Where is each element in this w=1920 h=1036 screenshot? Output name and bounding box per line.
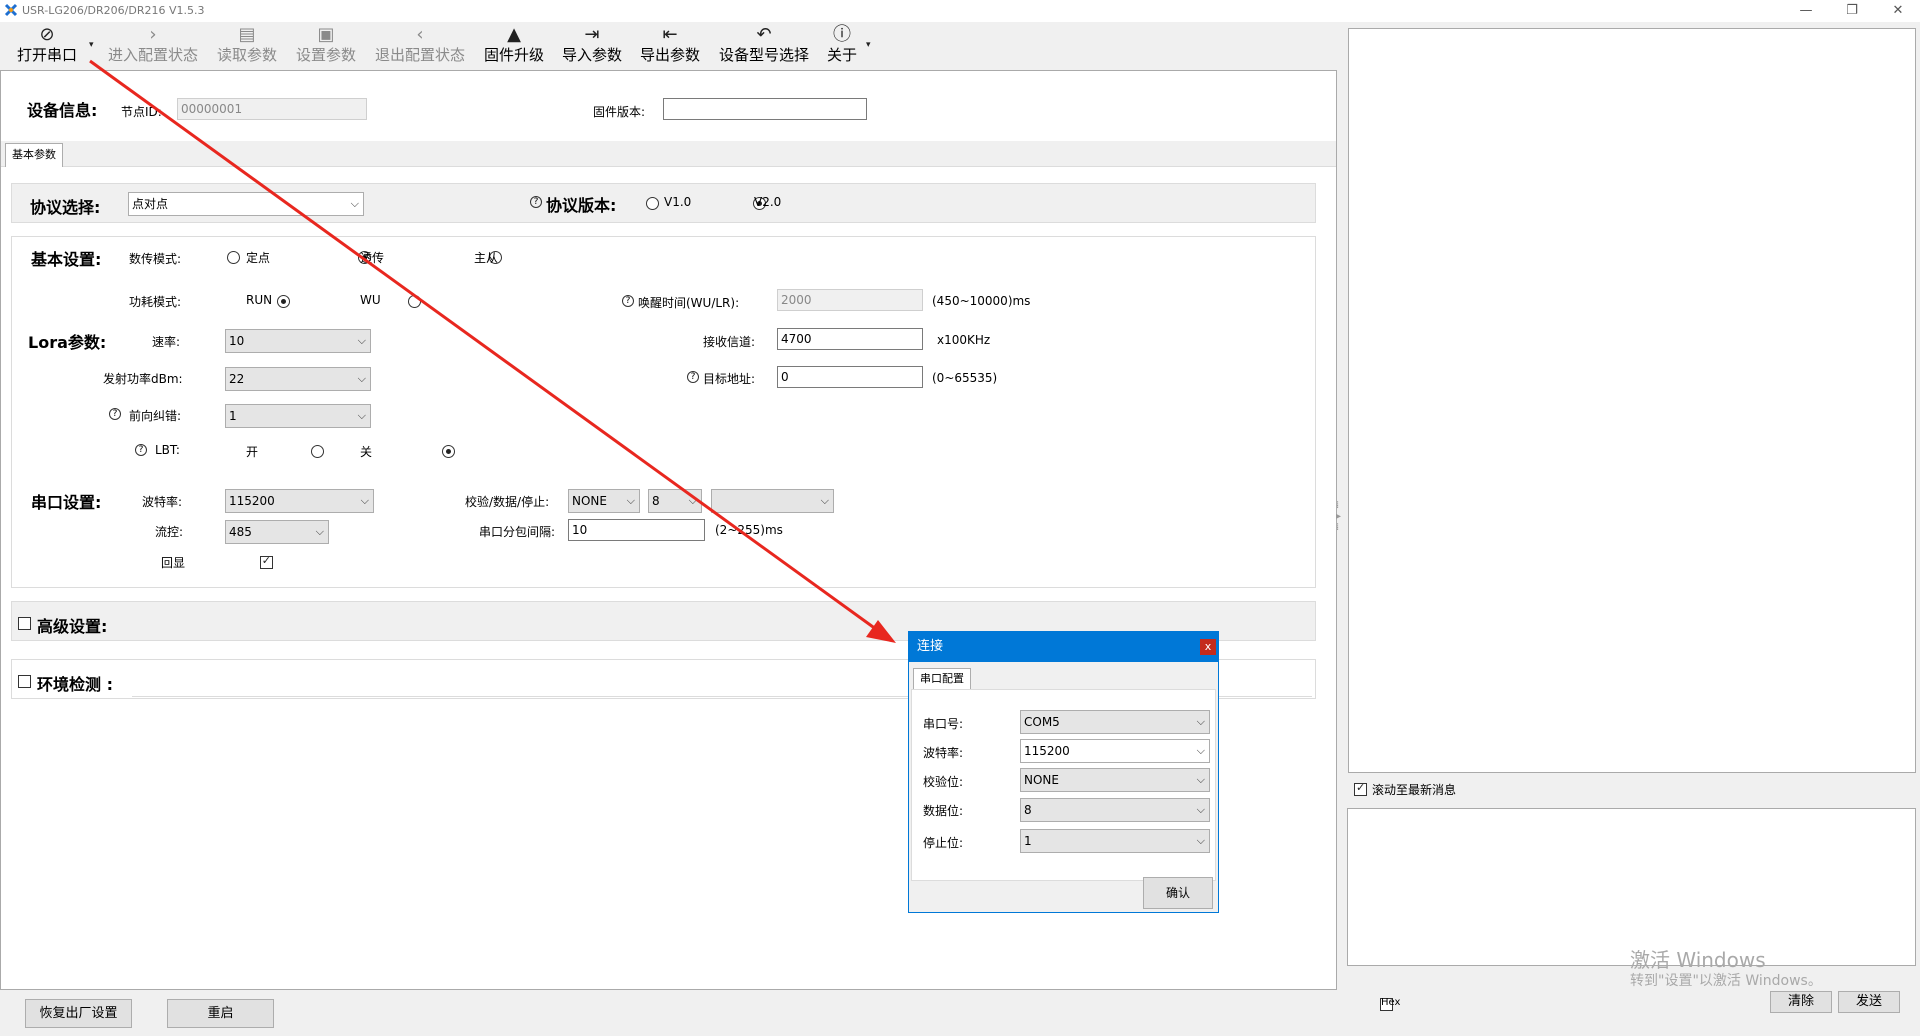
annotation-arrow [89,59,896,643]
annotation-arrow-line [89,59,881,634]
